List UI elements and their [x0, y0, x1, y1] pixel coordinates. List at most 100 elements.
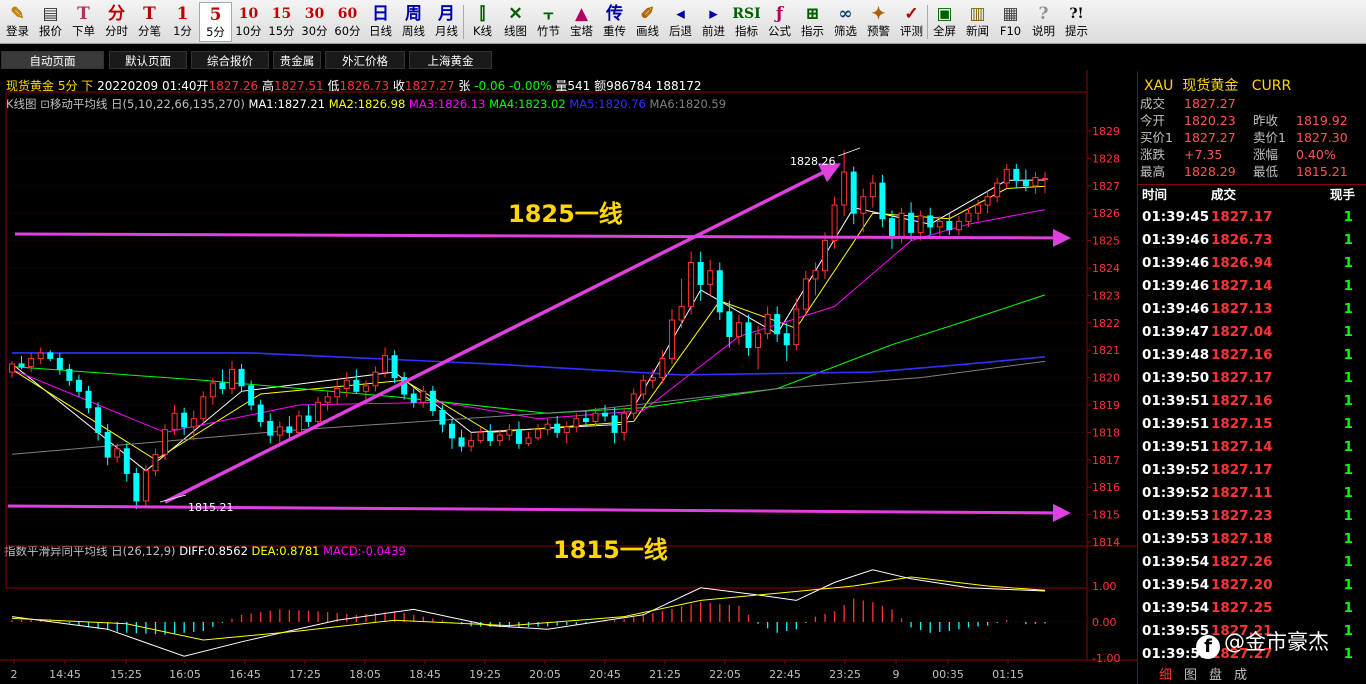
trade-row: 01:39:52 1827.17 1	[1138, 459, 1366, 482]
candle	[305, 405, 312, 427]
toolbar-button-19[interactable]: ✐ 画线	[631, 2, 664, 42]
candle-body	[238, 368, 245, 387]
candle	[515, 421, 522, 449]
tab-0[interactable]: 自动页面	[1, 51, 104, 69]
candle-body	[133, 473, 140, 502]
candle-body	[888, 218, 895, 239]
toolbar-button-6[interactable]: 5 5分	[199, 2, 232, 42]
candle-body	[554, 423, 561, 433]
toolbar-button-1[interactable]: ▤ 报价	[34, 2, 67, 42]
toolbar-button-24[interactable]: ⊞ 指示	[796, 2, 829, 42]
toolbar-button-18[interactable]: 传重传	[598, 2, 631, 42]
toolbar-button-17[interactable]: ▲ 宝塔	[565, 2, 598, 42]
candle-body	[582, 418, 589, 422]
toolbar-button-8[interactable]: 15 15分	[265, 2, 298, 42]
toolbar-button-25[interactable]: ∞ 筛选	[829, 2, 862, 42]
trade-time: 01:39:54	[1142, 600, 1210, 616]
one-min-icon: 1	[176, 4, 189, 24]
candle	[410, 388, 417, 408]
candle-body	[1022, 179, 1029, 187]
candle-body	[47, 352, 54, 359]
tab-3[interactable]: 贵金属	[273, 51, 321, 69]
toolbar-label: 后退	[669, 24, 692, 38]
toolbar-button-26[interactable]: ✦ 预警	[862, 2, 895, 42]
x-tick-label: 01:15	[992, 668, 1024, 681]
candle-body	[18, 363, 25, 368]
trade-price: 1827.13	[1211, 301, 1273, 317]
minute-icon: 分	[108, 4, 125, 24]
candle-body	[649, 377, 656, 381]
toolbar-button-21[interactable]: ▸ 前进	[697, 2, 730, 42]
toolbar-button-9[interactable]: 30 30分	[298, 2, 331, 42]
toolbar-button-29[interactable]: ▥ 新闻	[961, 2, 994, 42]
toolbar-label: 宝塔	[570, 24, 593, 38]
toolbar-button-10[interactable]: 60 60分	[331, 2, 364, 42]
panel-tab-0[interactable]: 细	[1159, 664, 1172, 683]
candle	[9, 361, 15, 378]
candle	[640, 374, 647, 400]
toolbar-button-20[interactable]: ◂ 后退	[664, 2, 697, 42]
toolbar-button-3[interactable]: 分分时	[100, 2, 133, 42]
toolbar-button-5[interactable]: 1 1分	[166, 2, 199, 42]
toolbar-button-22[interactable]: RSI 指标	[730, 2, 763, 42]
kline-chart[interactable]: 1814 1815 1816 1817 1818 1819 1820 1821 1822 1823…	[0, 70, 1137, 684]
macd-tick-label: 1.00	[1092, 580, 1117, 593]
toolbar-button-28[interactable]: ▣ 全屏	[928, 2, 961, 42]
toolbar-button-0[interactable]: ✎ 登录	[1, 2, 34, 42]
trade-price: 1827.15	[1211, 416, 1273, 432]
toolbar-button-11[interactable]: 日日线	[364, 2, 397, 42]
candle-body	[975, 204, 982, 214]
toolbar-button-7[interactable]: 10 10分	[232, 2, 265, 42]
candle-body	[707, 270, 714, 285]
tab-4[interactable]: 外汇价格	[325, 51, 405, 69]
toolbar-button-30[interactable]: ▦ F10	[994, 2, 1027, 42]
x-tick-label: 18:45	[409, 668, 441, 681]
panel-tab-1[interactable]: 图	[1184, 664, 1197, 683]
candle-body	[822, 240, 829, 272]
toolbar-button-14[interactable]: ⫿ K线	[466, 2, 499, 42]
toolbar-button-4[interactable]: T 分笔	[133, 2, 166, 42]
toolbar-label: 指标	[735, 24, 758, 38]
candle	[458, 429, 465, 452]
tab-1[interactable]: 默认页面	[109, 51, 187, 69]
candle	[707, 259, 714, 296]
candle	[468, 432, 475, 452]
candle-body	[209, 382, 216, 398]
candle-body	[688, 262, 695, 307]
candle	[869, 174, 876, 208]
trade-row: 01:39:54 1827.25 1	[1138, 597, 1366, 620]
trade-row: 01:39:46 1827.13 1	[1138, 298, 1366, 321]
toolbar-button-15[interactable]: ✕ 线图	[499, 2, 532, 42]
rsi-icon: RSI	[732, 6, 761, 22]
candle-body	[640, 379, 647, 395]
tab-5[interactable]: 上海黄金	[409, 51, 492, 69]
toolbar-button-31[interactable]: ? 说明	[1027, 2, 1060, 42]
toolbar-button-13[interactable]: 月月线	[430, 2, 463, 42]
trade-row: 01:39:53 1827.18 1	[1138, 528, 1366, 551]
candle-body	[152, 453, 159, 472]
toolbar-button-12[interactable]: 周周线	[397, 2, 430, 42]
tab-2[interactable]: 综合报价	[191, 51, 269, 69]
trade-price: 1827.16	[1211, 393, 1273, 409]
candle	[621, 407, 628, 441]
trade-price: 1827.04	[1211, 324, 1273, 340]
candle-body	[468, 440, 475, 447]
toolbar-button-27[interactable]: ✓ 评测	[895, 2, 928, 42]
toolbar-button-2[interactable]: T 下单	[67, 2, 100, 42]
candle	[190, 410, 197, 441]
candle	[95, 402, 102, 441]
toolbar-button-23[interactable]: ƒ 公式	[763, 2, 796, 42]
candle-body	[181, 412, 188, 428]
y-tick-label: 1816	[1092, 481, 1120, 494]
help-disabled-icon: ?	[1038, 4, 1049, 24]
quote-value: 0.40%	[1296, 147, 1336, 162]
quote-label: 涨跌	[1140, 147, 1166, 162]
panel-tab-2[interactable]: 盘	[1209, 664, 1222, 683]
panel-tab-3[interactable]: 成	[1234, 664, 1247, 683]
toolbar-button-32[interactable]: ?! 提示	[1060, 2, 1093, 42]
y-tick-label: 1822	[1092, 317, 1120, 330]
x-tick-label: 16:05	[169, 668, 201, 681]
toolbar-button-16[interactable]: ⫟ 竹节	[532, 2, 565, 42]
trade-volume: 1	[1343, 646, 1353, 662]
candle	[200, 391, 207, 425]
